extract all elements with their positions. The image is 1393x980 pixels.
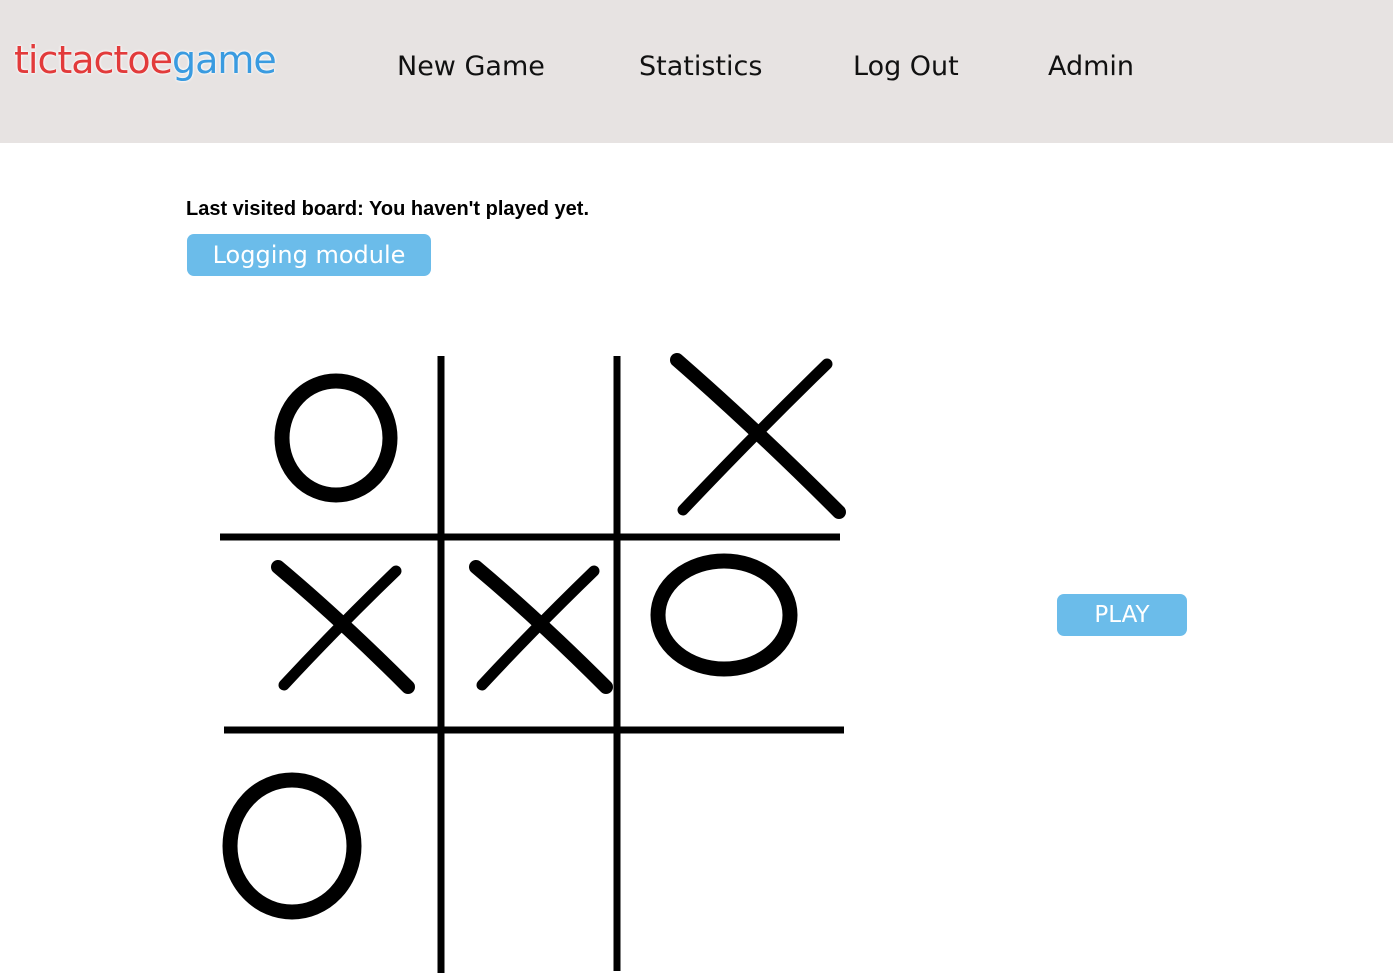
board-mark-x-3: [271, 560, 415, 694]
board-mark-x-2: [670, 353, 846, 519]
site-logo[interactable]: tictactoegame: [14, 38, 277, 82]
board-mark-o-6: [222, 772, 362, 920]
logo-text-primary: tictactoe: [14, 38, 173, 82]
play-button[interactable]: PLAY: [1057, 594, 1187, 636]
board-mark-x-4: [469, 560, 613, 694]
nav-statistics[interactable]: Statistics: [639, 51, 762, 82]
nav-new-game[interactable]: New Game: [397, 51, 545, 82]
board-mark-o-0: [274, 373, 398, 503]
top-header: tictactoegame New Game Statistics Log Ou…: [0, 0, 1393, 143]
board-mark-o-5: [650, 553, 798, 677]
logging-module-button[interactable]: Logging module: [187, 234, 431, 276]
last-visited-board-text: Last visited board: You haven't played y…: [186, 198, 590, 220]
tic-tac-toe-board: [220, 353, 846, 973]
nav-admin[interactable]: Admin: [1048, 51, 1134, 82]
nav-log-out[interactable]: Log Out: [853, 51, 959, 82]
logo-text-secondary: game: [171, 38, 277, 82]
